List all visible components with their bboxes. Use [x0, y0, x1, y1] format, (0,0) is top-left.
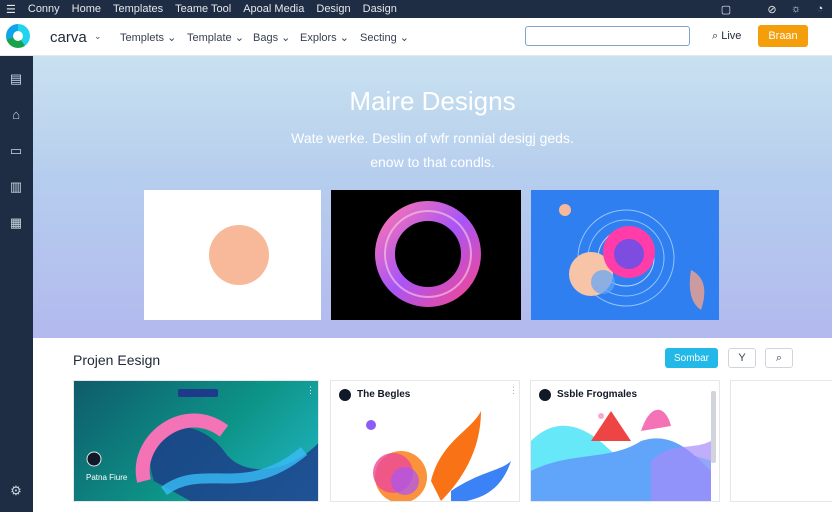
tile-3-label: Ssble Frogmales — [557, 389, 638, 400]
tile-3-scrollbar[interactable] — [711, 391, 716, 463]
tile-1-label: Patna Fiure — [86, 473, 128, 482]
filter-button[interactable]: Y — [728, 348, 756, 368]
tile-2-label: The Begles — [357, 389, 411, 400]
chart-icon[interactable]: ▥ — [7, 178, 25, 196]
sidebar: ▤ ⌂ ▭ ▥ ▦ ⚙ — [0, 56, 33, 512]
window-icon[interactable]: ▢ — [714, 3, 738, 16]
nav-item-bags[interactable]: Bags ⌄ — [253, 31, 290, 44]
project-tile-3[interactable]: Ssble Frogmales — [530, 380, 720, 502]
hero-subtitle-line-1: Wate werke. Deslin of wfr ronnial desigj… — [291, 130, 574, 146]
nav-item-explors[interactable]: Explors ⌄ — [300, 31, 349, 44]
top-navbar: carva ⌄ Templets ⌄ Template ⌄ Bags ⌄ Exp… — [0, 18, 832, 56]
hero-banner: Maire Designs Wate werke. Deslin of wfr … — [33, 56, 832, 338]
hero-title: Maire Designs — [349, 86, 516, 116]
nav-item-label: Templets — [120, 32, 165, 44]
brand-name[interactable]: carva — [50, 29, 87, 46]
template-card-abstract[interactable] — [531, 190, 719, 320]
project-tile-1[interactable]: ⋮ Patna Fiure — [73, 380, 319, 502]
search-input[interactable] — [525, 26, 690, 46]
folder-icon[interactable]: ▭ — [7, 142, 25, 160]
gradient-ring-art — [375, 201, 481, 307]
live-button[interactable]: ⌕ Live — [712, 30, 741, 43]
template-card-ring[interactable] — [331, 190, 521, 320]
nav-item-template[interactable]: Template ⌄ — [187, 31, 244, 44]
primary-cta-button[interactable]: Braan — [758, 25, 808, 47]
tile-1-menu-icon[interactable]: ⋮ — [306, 385, 315, 396]
project-tile-2[interactable]: The Begles ⋮ — [330, 380, 520, 502]
nav-item-label: Template — [187, 32, 232, 44]
tile-2-badge-icon — [339, 389, 351, 401]
search-button[interactable]: ⌕ — [765, 348, 793, 368]
canva-logo[interactable] — [6, 24, 30, 48]
window-controls: ▢ ⊘ ☼ ◔ — [714, 0, 832, 18]
hero-subtitle-line-2: enow to that condls. — [370, 154, 495, 170]
tile-3-badge-icon — [539, 389, 551, 401]
search-icon: ⌕ — [775, 351, 783, 364]
nav-item-label: Explors — [300, 32, 337, 44]
menu-item-home[interactable]: Home — [72, 3, 101, 15]
user-icon[interactable]: ◔ — [808, 3, 832, 15]
title-bar: ☰ Conny Home Templates Teame Tool Apoal … — [0, 0, 832, 18]
chevron-down-icon: ⌄ — [94, 31, 102, 41]
filter-icon: Y — [738, 352, 746, 364]
app-menu: ☰ Conny Home Templates Teame Tool Apoal … — [0, 3, 397, 16]
menu-item-conny[interactable]: Conny — [28, 3, 60, 15]
template-card-peach-circle[interactable] — [144, 190, 321, 320]
document-icon[interactable]: ▤ — [7, 70, 25, 88]
project-tile-4[interactable] — [730, 380, 832, 502]
menu-item-teame-tool[interactable]: Teame Tool — [175, 3, 231, 15]
menu-item-dasign[interactable]: Dasign — [363, 3, 397, 15]
apps-icon[interactable]: ▦ — [7, 214, 25, 232]
link-icon[interactable]: ⊘ — [760, 3, 784, 16]
hero-subtitle: Wate werke. Deslin of wfr ronnial desigj… — [33, 126, 832, 174]
section-title: Projen Eesign — [73, 352, 161, 368]
nav-item-secting[interactable]: Secting ⌄ — [360, 31, 409, 44]
tile-2-menu-icon[interactable]: ⋮ — [509, 385, 518, 396]
peach-circle-shape — [209, 225, 269, 285]
nav-item-templets[interactable]: Templets ⌄ — [120, 31, 176, 44]
live-label: Live — [721, 30, 742, 42]
search-icon: ⌕ — [712, 30, 719, 42]
menu-item-templates[interactable]: Templates — [113, 3, 163, 15]
abstract-circles-art — [559, 204, 705, 310]
tile-1-tag — [178, 389, 218, 397]
nav-item-label: Secting — [360, 32, 397, 44]
primary-action-button[interactable]: Sombar — [665, 348, 718, 368]
settings-icon[interactable]: ⚙ — [7, 482, 25, 500]
nav-item-label: Bags — [253, 32, 279, 44]
menu-item-design[interactable]: Design — [316, 3, 350, 15]
hamburger-icon[interactable]: ☰ — [6, 3, 16, 16]
projects-section: Projen Eesign Sombar Y ⌕ ⋮ Patna Fiure T… — [33, 338, 832, 512]
tile-1-art — [86, 413, 318, 501]
shape-icon[interactable]: ⌂ — [7, 106, 25, 124]
bell-icon[interactable]: ☼ — [784, 3, 808, 15]
menu-item-apoal-media[interactable]: Apoal Media — [243, 3, 304, 15]
